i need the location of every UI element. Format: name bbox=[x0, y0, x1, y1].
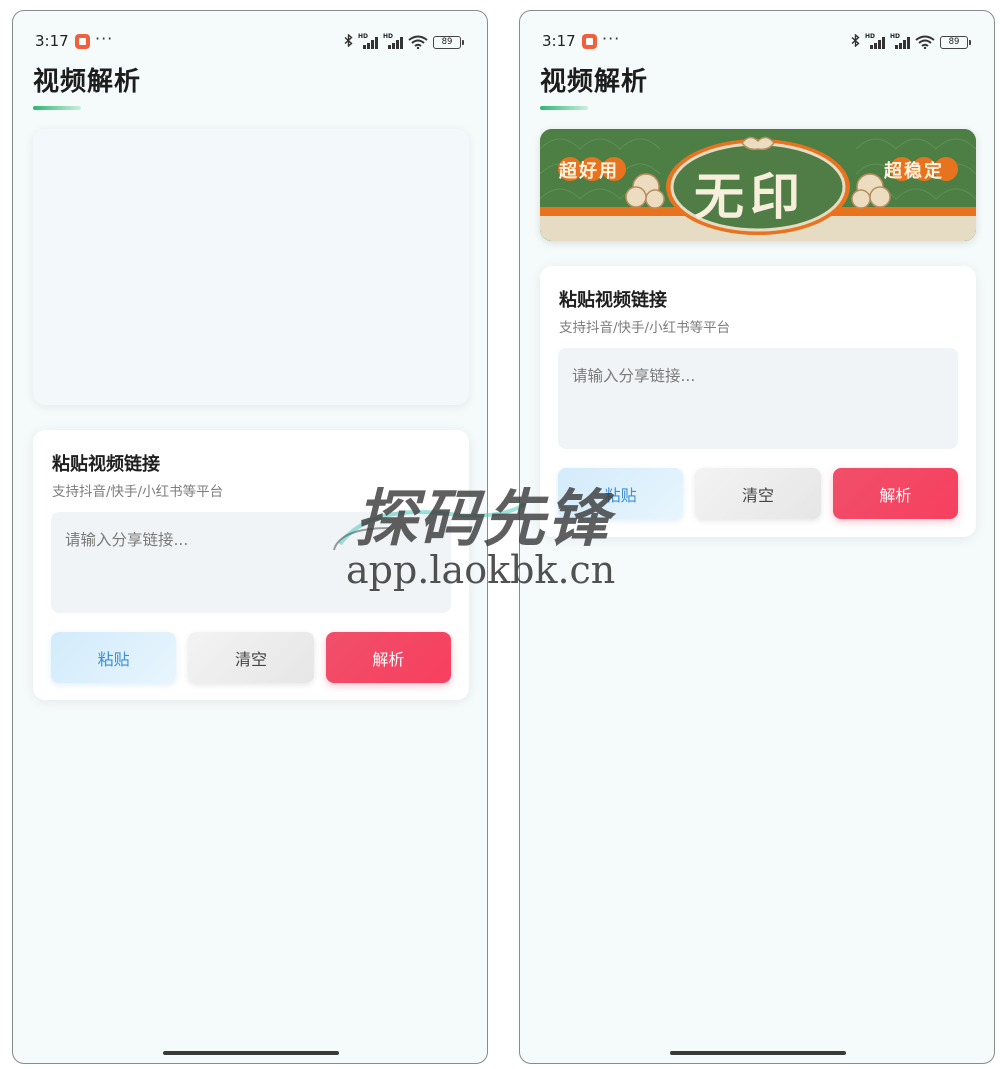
bluetooth-icon bbox=[344, 33, 353, 51]
clear-button[interactable]: 清空 bbox=[695, 468, 821, 519]
parse-button[interactable]: 解析 bbox=[325, 632, 451, 683]
banner-main-text: 无印 bbox=[694, 167, 806, 226]
page-title: 视频解析 bbox=[33, 67, 142, 97]
status-time: 3:17 bbox=[542, 32, 576, 50]
banner-left-tag: 超好用 bbox=[559, 161, 619, 182]
link-card: 粘贴视频链接 支持抖音/快手/小红书等平台 粘贴 清空 解析 bbox=[33, 430, 469, 700]
action-buttons: 粘贴 清空 解析 bbox=[558, 468, 958, 519]
card-subtitle: 支持抖音/快手/小红书等平台 bbox=[559, 320, 731, 336]
title-underline bbox=[540, 106, 588, 110]
action-buttons: 粘贴 清空 解析 bbox=[51, 632, 451, 683]
bluetooth-icon bbox=[851, 33, 860, 51]
parse-button[interactable]: 解析 bbox=[832, 468, 958, 519]
app-notification-icon bbox=[75, 34, 90, 49]
wifi-icon bbox=[408, 35, 428, 49]
status-icons: HD HD 89 bbox=[851, 31, 971, 53]
status-icons: HD HD 89 bbox=[344, 31, 464, 53]
status-bar: 3:17 ··· HD HD 89 bbox=[35, 29, 464, 53]
promo-banner[interactable]: 超好用 无印 超稳定 bbox=[540, 129, 976, 241]
app-notification-icon bbox=[582, 34, 597, 49]
home-indicator[interactable] bbox=[163, 1051, 339, 1055]
link-input[interactable] bbox=[51, 512, 451, 613]
card-subtitle: 支持抖音/快手/小红书等平台 bbox=[52, 484, 224, 500]
signal-icon: HD bbox=[358, 33, 378, 49]
home-indicator[interactable] bbox=[670, 1051, 846, 1055]
paste-button[interactable]: 粘贴 bbox=[558, 468, 684, 519]
phone-screen-left: 3:17 ··· HD HD 89 视频解析 粘贴视频链接 支持抖音/快手/小红… bbox=[12, 10, 488, 1064]
signal-icon: HD bbox=[865, 33, 885, 49]
more-notifications-icon: ··· bbox=[95, 29, 114, 48]
battery-icon: 89 bbox=[940, 35, 971, 49]
status-time: 3:17 bbox=[35, 32, 69, 50]
banner-right-tag: 超稳定 bbox=[884, 161, 944, 182]
card-title: 粘贴视频链接 bbox=[52, 454, 160, 475]
paste-button[interactable]: 粘贴 bbox=[51, 632, 177, 683]
more-notifications-icon: ··· bbox=[602, 29, 621, 48]
phone-screen-right: 3:17 ··· HD HD 89 视频解析 超好用 无印 超稳定 粘贴视频链接… bbox=[519, 10, 995, 1064]
status-bar: 3:17 ··· HD HD 89 bbox=[542, 29, 971, 53]
card-title: 粘贴视频链接 bbox=[559, 290, 667, 311]
wifi-icon bbox=[915, 35, 935, 49]
battery-icon: 89 bbox=[433, 35, 464, 49]
title-underline bbox=[33, 106, 81, 110]
link-card: 粘贴视频链接 支持抖音/快手/小红书等平台 粘贴 清空 解析 bbox=[540, 266, 976, 537]
link-input[interactable] bbox=[558, 348, 958, 449]
signal-icon: HD bbox=[890, 33, 910, 49]
banner-placeholder bbox=[33, 129, 469, 405]
signal-icon: HD bbox=[383, 33, 403, 49]
clear-button[interactable]: 清空 bbox=[188, 632, 314, 683]
page-title: 视频解析 bbox=[540, 67, 649, 97]
